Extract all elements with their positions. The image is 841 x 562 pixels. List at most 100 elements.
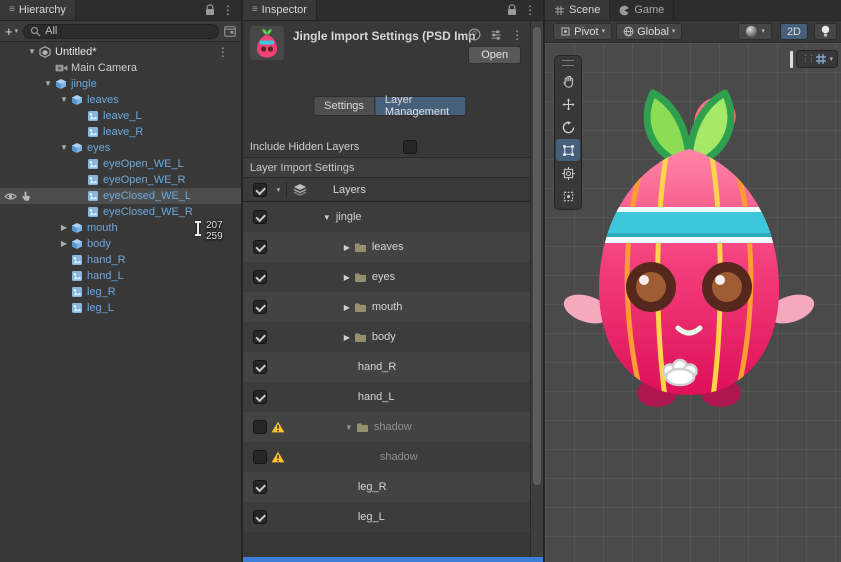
foldout-icon[interactable]: ▶: [58, 240, 70, 248]
include-hidden-layers-checkbox[interactable]: [403, 140, 417, 154]
hierarchy-item-eyeClosed_WE_L[interactable]: eyeClosed_WE_L: [0, 188, 241, 204]
layer-row-shadow[interactable]: shadow: [243, 442, 530, 472]
hierarchy-item-body[interactable]: ▶body: [0, 236, 241, 252]
layer-checkbox[interactable]: [253, 480, 267, 494]
lock-icon[interactable]: [205, 4, 215, 16]
global-dropdown[interactable]: Global ▾: [616, 23, 682, 40]
layer-checkbox[interactable]: [253, 390, 267, 404]
tab-game[interactable]: Game: [610, 0, 674, 20]
help-icon[interactable]: ?: [468, 28, 481, 41]
foldout-icon[interactable]: ▼: [26, 48, 38, 56]
hierarchy-item-eyeOpen_WE_R[interactable]: eyeOpen_WE_R: [0, 172, 241, 188]
hierarchy-item-leg_R[interactable]: leg_R: [0, 284, 241, 300]
scene-root-row[interactable]: ▼ Untitled* ⋮: [0, 44, 241, 60]
layer-row-hand_R[interactable]: hand_R: [243, 352, 530, 382]
search-options-icon[interactable]: [224, 26, 236, 37]
layer-row-body[interactable]: ▶body: [243, 322, 530, 352]
layer-checkbox[interactable]: [253, 420, 267, 434]
mode-tab-settings[interactable]: Settings: [313, 96, 374, 116]
hierarchy-item-leave_R[interactable]: leave_R: [0, 124, 241, 140]
hierarchy-search-input[interactable]: All: [23, 24, 219, 39]
grid-toggle-button[interactable]: ⋮⋮ ▾: [796, 50, 838, 68]
layer-row-leaves[interactable]: ▶leaves: [243, 232, 530, 262]
foldout-icon[interactable]: ▼: [58, 96, 70, 104]
scrollbar-thumb[interactable]: [533, 27, 541, 485]
presets-icon[interactable]: [490, 29, 502, 41]
foldout-icon[interactable]: ▶: [58, 224, 70, 232]
transform-tool-button[interactable]: [556, 162, 580, 184]
layer-row-jingle[interactable]: ▼jingle: [243, 202, 530, 232]
layer-row-shadow[interactable]: ▼shadow: [243, 412, 530, 442]
hierarchy-item-mouth[interactable]: ▶ mouth: [0, 220, 241, 236]
pane-kebab-icon[interactable]: ⋮: [222, 4, 234, 16]
visibility-eye-icon[interactable]: [3, 192, 17, 201]
hierarchy-item-leave_L[interactable]: leave_L: [0, 108, 241, 124]
lighting-toggle[interactable]: [814, 23, 837, 40]
item-label: mouth: [84, 222, 118, 234]
layer-checkbox[interactable]: [253, 360, 267, 374]
layer-row-leg_R[interactable]: leg_R: [243, 472, 530, 502]
tab-hierarchy[interactable]: ≡ Hierarchy: [0, 0, 76, 20]
layers-dropdown-icon[interactable]: ▾: [271, 182, 287, 198]
foldout-icon[interactable]: ▶: [341, 243, 353, 252]
layer-checkbox[interactable]: [253, 270, 267, 284]
layers-stack-icon: [293, 183, 307, 196]
foldout-icon[interactable]: ▶: [341, 273, 353, 282]
create-object-button[interactable]: +▾: [5, 25, 18, 38]
overlay-drag-handle[interactable]: ⋮⋮: [801, 55, 813, 63]
pane-kebab-icon[interactable]: ⋮: [524, 4, 536, 16]
layer-checkbox[interactable]: [253, 450, 267, 464]
layer-checkbox[interactable]: [253, 330, 267, 344]
item-label: leg_L: [84, 302, 114, 314]
hierarchy-item-leaves[interactable]: ▼leaves: [0, 92, 241, 108]
layer-checkbox[interactable]: [253, 300, 267, 314]
foldout-icon[interactable]: ▼: [343, 423, 355, 432]
move-tool-button[interactable]: [556, 93, 580, 115]
hierarchy-item-hand_R[interactable]: hand_R: [0, 252, 241, 268]
hierarchy-item-eyes[interactable]: ▼eyes: [0, 140, 241, 156]
layer-row-eyes[interactable]: ▶eyes: [243, 262, 530, 292]
item-label: eyeOpen_WE_R: [100, 174, 186, 186]
layer-row-hand_L[interactable]: hand_L: [243, 382, 530, 412]
hierarchy-item-eyeClosed_WE_R[interactable]: eyeClosed_WE_R: [0, 204, 241, 220]
scene-canvas[interactable]: ⋮⋮ ▾: [545, 43, 841, 562]
mode-tab-layer-management[interactable]: Layer Management: [374, 96, 467, 116]
rotate-tool-button[interactable]: [556, 116, 580, 138]
tab-scene[interactable]: Scene: [545, 0, 610, 20]
pivot-dropdown[interactable]: Pivot ▾: [553, 23, 612, 40]
scene-kebab-icon[interactable]: ⋮: [217, 46, 241, 58]
hierarchy-item-hand_L[interactable]: hand_L: [0, 268, 241, 284]
hierarchy-item-Main Camera[interactable]: Main Camera: [0, 60, 241, 76]
view-tool-button[interactable]: [556, 70, 580, 92]
foldout-icon[interactable]: ▶: [341, 303, 353, 312]
open-button[interactable]: Open: [468, 46, 521, 64]
inspector-kebab-icon[interactable]: ⋮: [511, 29, 523, 41]
hierarchy-item-jingle[interactable]: ▼jingle: [0, 76, 241, 92]
pivot-icon: [560, 26, 571, 37]
tab-inspector[interactable]: ≡ Inspector: [243, 0, 317, 20]
layer-row-mouth[interactable]: ▶mouth: [243, 292, 530, 322]
foldout-icon[interactable]: ▼: [42, 80, 54, 88]
layer-row-leg_L[interactable]: leg_L: [243, 502, 530, 532]
2d-toggle[interactable]: 2D: [780, 23, 808, 40]
inspector-scrollbar[interactable]: [530, 21, 543, 557]
foldout-icon[interactable]: ▼: [58, 144, 70, 152]
layer-checkbox[interactable]: [253, 240, 267, 254]
lock-icon[interactable]: [507, 4, 517, 16]
foldout-icon[interactable]: ▶: [341, 333, 353, 342]
shading-mode-dropdown[interactable]: ▾: [738, 23, 772, 40]
foldout-icon[interactable]: ▼: [321, 213, 333, 222]
rect-tool-button[interactable]: [556, 139, 580, 161]
visibility-gutter: [0, 191, 26, 202]
custom-tool-button[interactable]: [556, 185, 580, 207]
include-hidden-layers-row: Include Hidden Layers: [243, 136, 530, 158]
layers-master-checkbox[interactable]: [253, 183, 267, 197]
jingle-character-sprite[interactable]: [559, 81, 819, 411]
hierarchy-item-leg_L[interactable]: leg_L: [0, 300, 241, 316]
custom-tool-icon: [562, 190, 575, 203]
sprite-icon: [86, 206, 100, 218]
hierarchy-item-eyeOpen_WE_L[interactable]: eyeOpen_WE_L: [0, 156, 241, 172]
layer-checkbox[interactable]: [253, 210, 267, 224]
layer-checkbox[interactable]: [253, 510, 267, 524]
overlay-drag-handle[interactable]: [562, 60, 574, 66]
